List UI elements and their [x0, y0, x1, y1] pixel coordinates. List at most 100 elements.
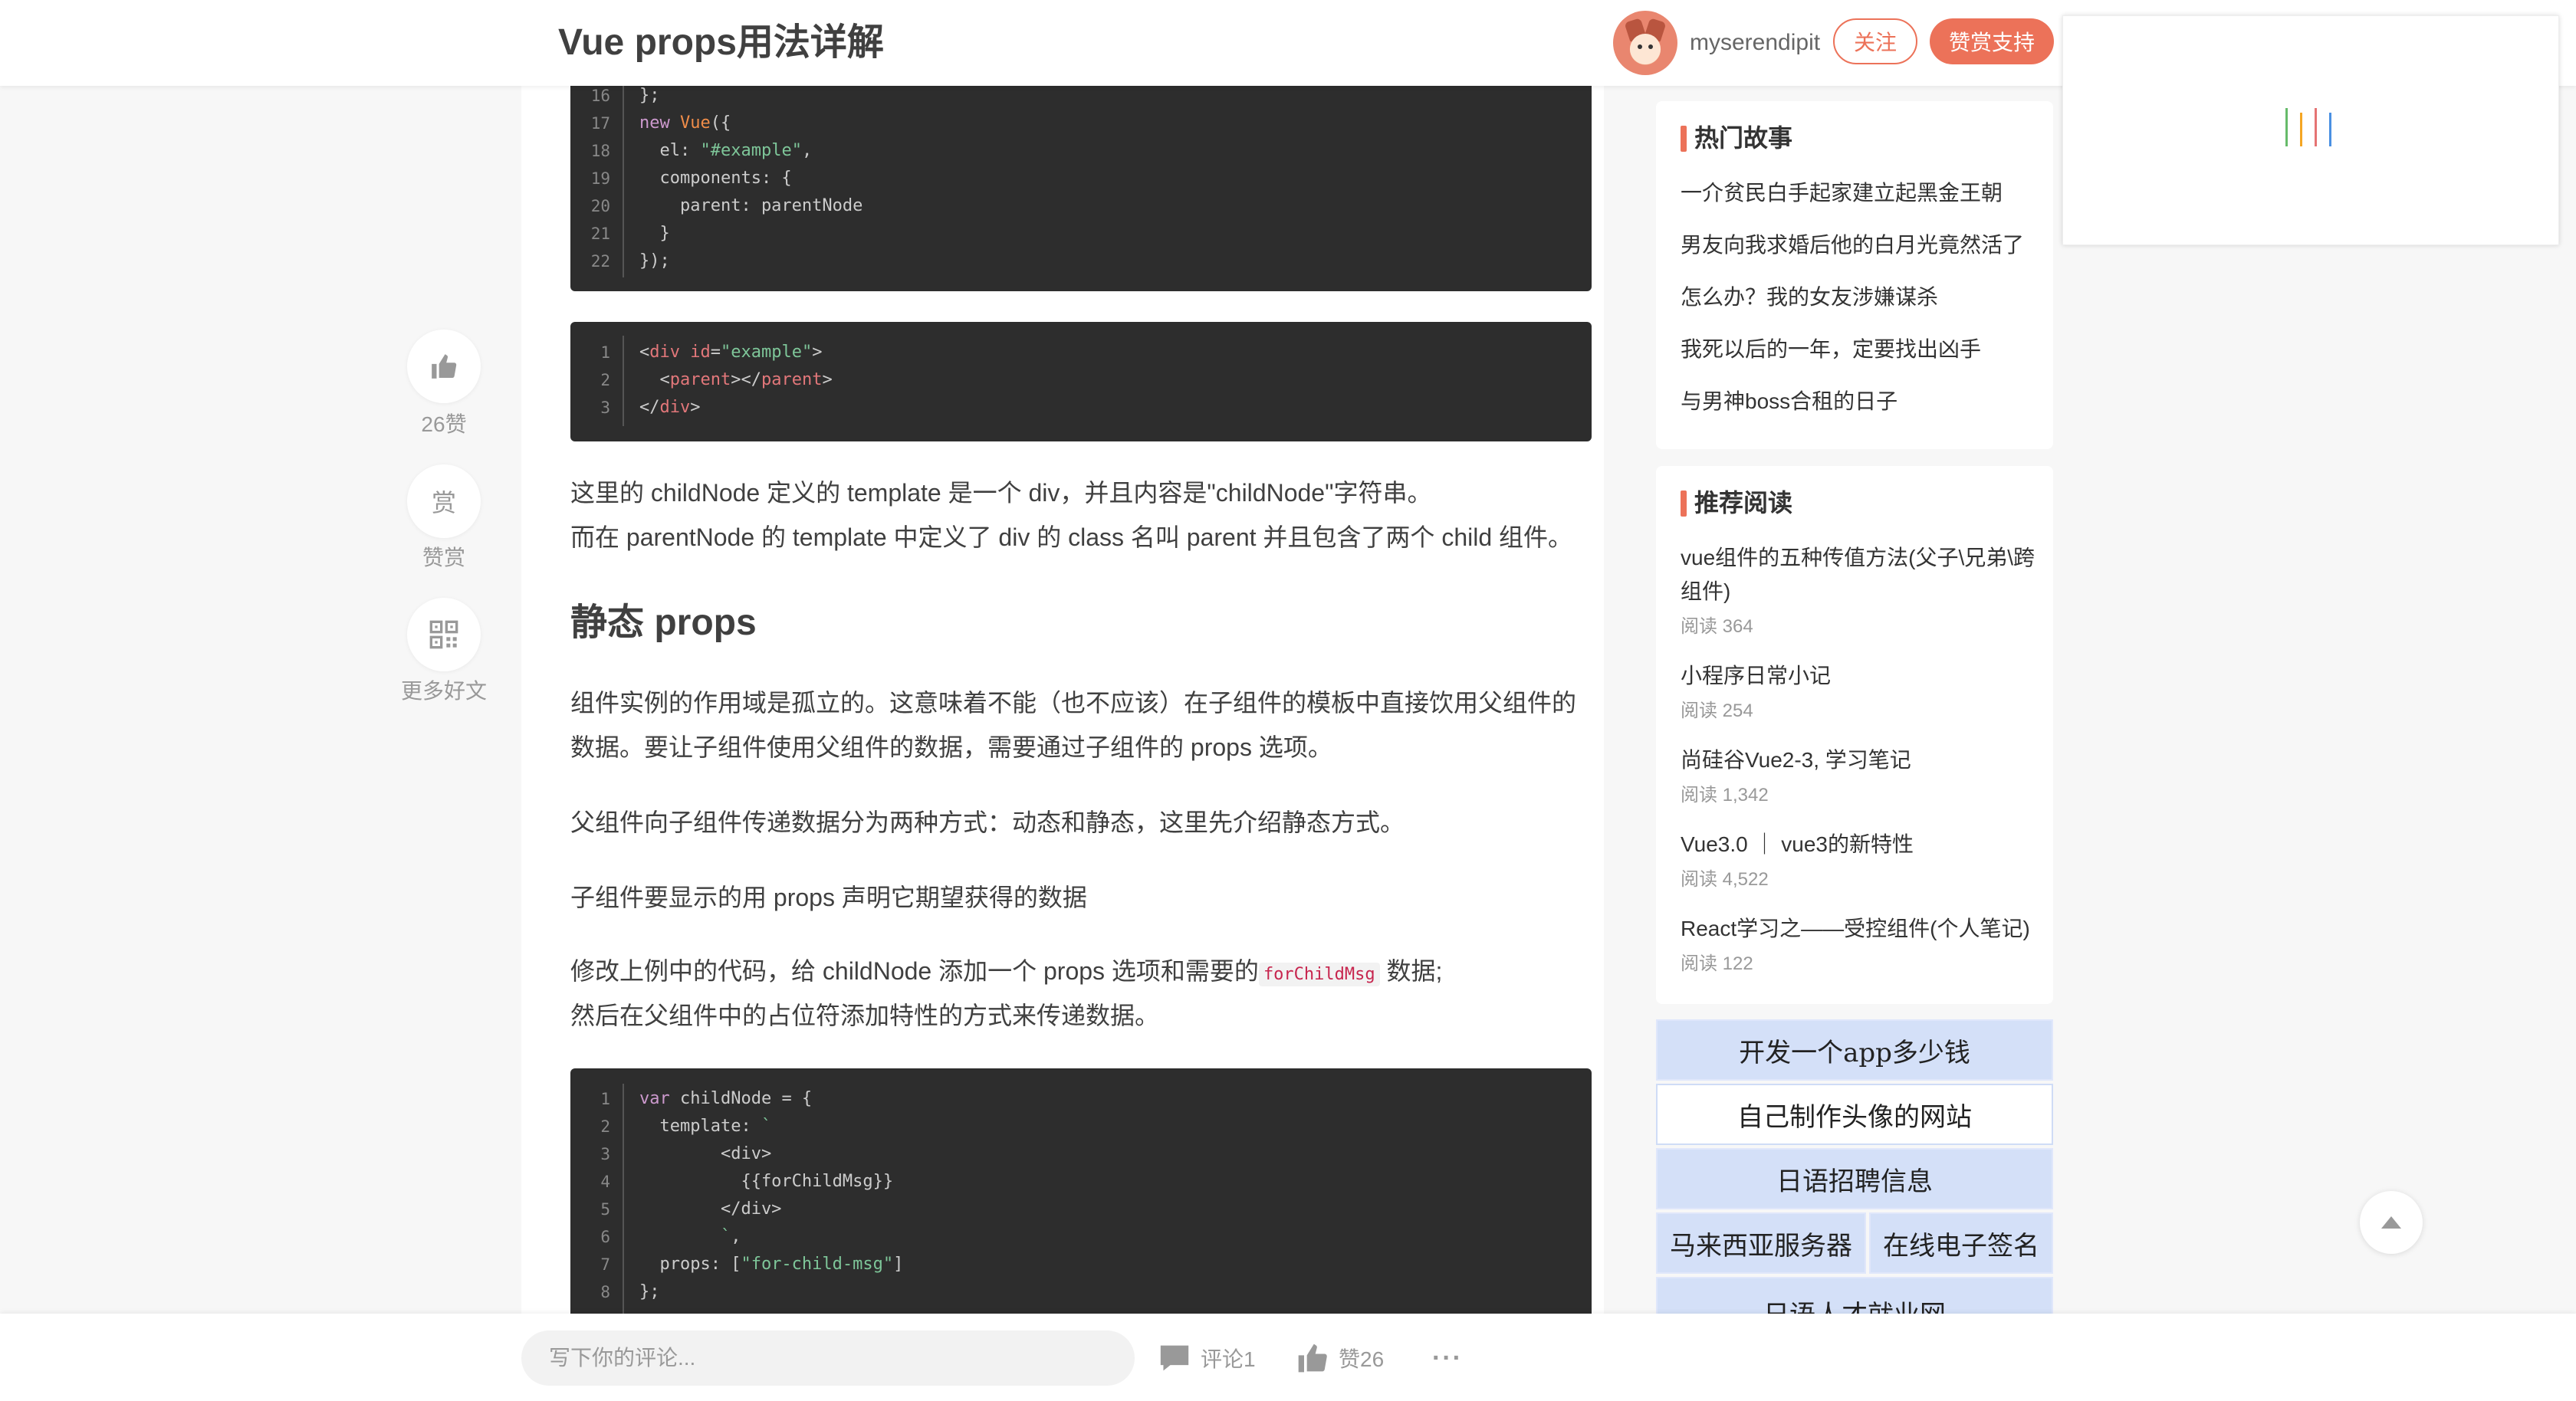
- recommended-article-link[interactable]: 尚硅谷Vue2-3, 学习笔记: [1681, 743, 2041, 777]
- code-line: parent: parentNode: [639, 196, 863, 215]
- loading-spinner-icon: [2285, 108, 2331, 146]
- code-line: var childNode = {: [639, 1089, 813, 1108]
- more-articles-button[interactable]: [407, 598, 481, 671]
- ad-link[interactable]: 日语招聘信息: [1656, 1148, 2053, 1209]
- code-line: `,: [639, 1227, 741, 1246]
- inline-code: forChildMsg: [1258, 963, 1380, 986]
- more-articles-label: 更多好文: [400, 679, 487, 703]
- qr-code-icon: [429, 620, 458, 649]
- reward-label: 赞赏: [422, 546, 465, 569]
- page-title: Vue props用法详解: [558, 22, 884, 63]
- paragraph: 修改上例中的代码，给 childNode 添加一个 props 选项和需要的 fo…: [570, 949, 1442, 997]
- code-line: });: [639, 251, 670, 271]
- like-button[interactable]: [407, 330, 481, 403]
- line-number: 16: [590, 87, 610, 105]
- recommended-article-link[interactable]: vue组件的五种传值方法(父子\兄弟\跨组件): [1681, 541, 2041, 609]
- code-line: };: [639, 1282, 660, 1301]
- comment-input[interactable]: [521, 1330, 1135, 1386]
- hot-story-link[interactable]: 男友向我求婚后他的白月光竟然活了: [1681, 230, 2024, 261]
- reward-support-button[interactable]: 赞赏支持: [1930, 18, 2054, 64]
- hot-story-link[interactable]: 一介贫民白手起家建立起黑金王朝: [1681, 178, 2003, 208]
- comment-button[interactable]: 评论1: [1158, 1343, 1256, 1373]
- ad-link[interactable]: 马来西亚服务器: [1656, 1212, 1866, 1274]
- line-number: 21: [590, 225, 610, 243]
- code-line: }: [639, 224, 670, 243]
- code-line: components: {: [639, 169, 792, 188]
- code-line: </div>: [639, 1199, 782, 1219]
- read-count: 阅读 122: [1681, 953, 1753, 974]
- line-number: 6: [600, 1228, 610, 1246]
- thumbs-up-icon: [1298, 1344, 1327, 1373]
- code-line: <div>: [639, 1144, 772, 1163]
- like-bottom-count: 赞26: [1339, 1347, 1385, 1371]
- comment-icon: [1160, 1345, 1189, 1371]
- line-number: 17: [590, 114, 610, 133]
- ad-link[interactable]: 开发一个app多少钱: [1656, 1019, 2053, 1081]
- reward-button[interactable]: 赏: [407, 464, 481, 538]
- paragraph: 然后在父组件中的占位符添加特性的方式来传递数据。: [570, 1002, 1160, 1029]
- hot-story-link[interactable]: 怎么办？我的女友涉嫌谋杀: [1681, 282, 1938, 313]
- line-number: 1: [600, 1090, 610, 1108]
- ad-link[interactable]: 自己制作头像的网站: [1656, 1084, 2053, 1145]
- author-name[interactable]: myserendipit: [1690, 28, 1820, 58]
- loading-popup: [2062, 15, 2559, 245]
- hot-story-link[interactable]: 与男神boss合租的日子: [1681, 386, 1898, 417]
- line-number: 19: [590, 169, 610, 188]
- section-heading: 静态 props: [570, 602, 757, 643]
- bottom-action-bar: [0, 1314, 2576, 1401]
- line-number: 8: [600, 1283, 610, 1301]
- line-number: 3: [600, 1145, 610, 1163]
- recommended-title: 推荐阅读: [1681, 487, 1792, 518]
- code-line: el: "#example",: [639, 141, 813, 160]
- hot-stories-title: 热门故事: [1681, 123, 1792, 153]
- comment-count: 评论1: [1201, 1347, 1256, 1371]
- paragraph: 数据。要让子组件使用父组件的数据，需要通过子组件的 props 选项。: [570, 733, 1332, 761]
- line-number: 3: [600, 399, 610, 417]
- line-number: 1: [600, 343, 610, 362]
- thumbs-up-icon: [432, 354, 457, 379]
- line-number: 20: [590, 197, 610, 215]
- line-number: 18: [590, 142, 610, 160]
- paragraph-text: 修改上例中的代码，给 childNode 添加一个 props 选项和需要的: [570, 957, 1259, 985]
- recommended-card: 推荐阅读 vue组件的五种传值方法(父子\兄弟\跨组件) 阅读 364 小程序日…: [1656, 466, 2053, 1004]
- hot-story-link[interactable]: 我死以后的一年，定要找出凶手: [1681, 334, 1981, 365]
- read-count: 阅读 1,342: [1681, 785, 1769, 805]
- line-number: 22: [590, 252, 610, 271]
- ad-link[interactable]: 在线电子签名: [1869, 1212, 2053, 1274]
- recommended-article-link[interactable]: 小程序日常小记: [1681, 659, 2041, 693]
- read-count: 阅读 364: [1681, 616, 1753, 637]
- line-number: 2: [600, 1117, 610, 1136]
- paragraph: 而在 parentNode 的 template 中定义了 div 的 clas…: [570, 523, 1573, 551]
- paragraph: 这里的 childNode 定义的 template 是一个 div，并且内容是…: [570, 479, 1432, 507]
- code-line: props: ["for-child-msg"]: [639, 1255, 904, 1274]
- author-avatar[interactable]: [1613, 11, 1677, 75]
- scroll-to-top-button[interactable]: [2360, 1191, 2423, 1254]
- paragraph: 父组件向子组件传递数据分为两种方式：动态和静态，这里先介绍静态方式。: [570, 809, 1405, 836]
- hot-stories-card: 热门故事 一介贫民白手起家建立起黑金王朝 男友向我求婚后他的白月光竟然活了 怎么…: [1656, 101, 2053, 449]
- code-line: <parent></parent>: [639, 370, 833, 389]
- read-count: 阅读 254: [1681, 700, 1753, 721]
- code-line: template: `: [639, 1117, 772, 1136]
- code-line: new Vue({: [639, 113, 731, 133]
- arrow-up-icon: [2381, 1216, 2401, 1229]
- code-block-vue-instance: 16}; 17 new Vue({ 18 el: "#example", 19 c…: [570, 74, 1592, 291]
- line-number: 2: [600, 371, 610, 389]
- code-block-childnode: 1 var childNode = { 2 template: ` 3 <div>…: [570, 1068, 1592, 1314]
- more-options-button[interactable]: ···: [1432, 1343, 1463, 1373]
- like-count: 26赞: [421, 412, 467, 436]
- code-line: </div>: [639, 398, 701, 417]
- paragraph: 组件实例的作用域是孤立的。这意味着不能（也不应该）在子组件的模板中直接饮用父组件…: [570, 689, 1577, 717]
- recommended-article-link[interactable]: Vue3.0 ｜ vue3的新特性: [1681, 828, 2041, 861]
- code-line: };: [639, 86, 660, 105]
- paragraph-text: 数据;: [1379, 957, 1443, 985]
- code-line: <div id="example">: [639, 343, 823, 362]
- like-bottom-button[interactable]: 赞26: [1296, 1343, 1384, 1373]
- line-number: 4: [600, 1173, 610, 1191]
- reward-icon: 赏: [431, 489, 456, 517]
- follow-button[interactable]: 关注: [1833, 18, 1917, 64]
- code-line: {{forChildMsg}}: [639, 1172, 894, 1191]
- recommended-article-link[interactable]: React学习之——受控组件(个人笔记): [1681, 912, 2041, 946]
- read-count: 阅读 4,522: [1681, 869, 1769, 890]
- line-number: 7: [600, 1255, 610, 1274]
- code-block-html-template: 1 <div id="example"> 2 <parent></parent> …: [570, 322, 1592, 441]
